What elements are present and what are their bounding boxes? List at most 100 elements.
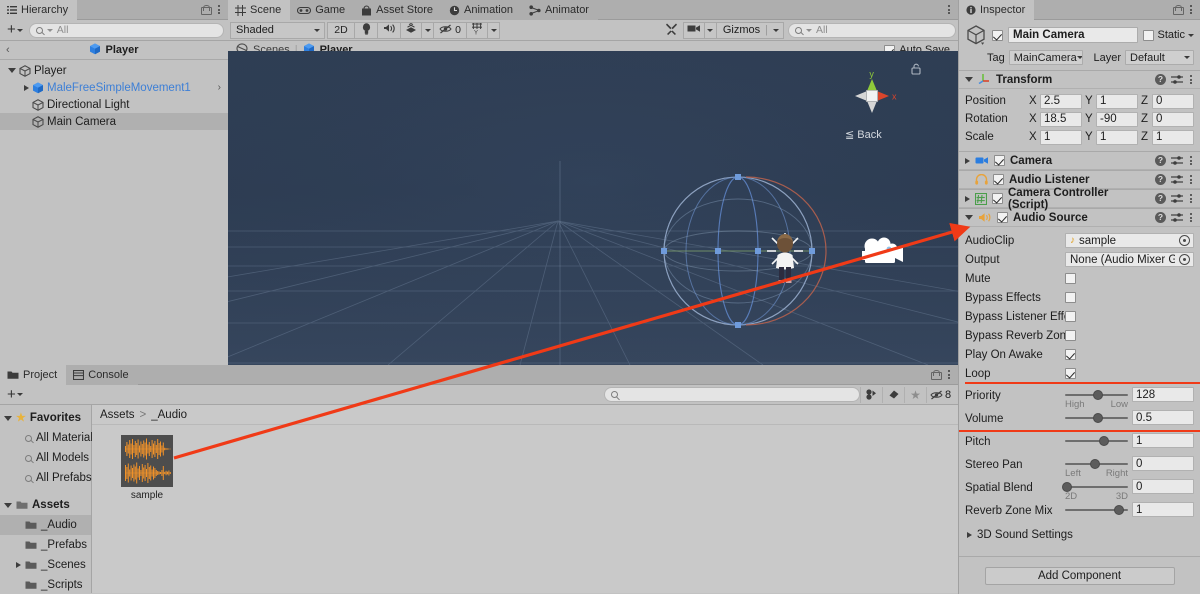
open-prefab-chevron-icon[interactable]: › <box>218 82 221 93</box>
assets-root-label[interactable]: Assets <box>100 409 135 421</box>
gizmos-dropdown[interactable]: Gizmos | <box>715 21 784 39</box>
project-tree-item--audio[interactable]: _Audio <box>0 515 91 535</box>
component-enabled-checkbox[interactable] <box>994 155 1005 166</box>
slider-track-area[interactable] <box>1065 410 1128 432</box>
preset-icon[interactable] <box>1171 212 1183 223</box>
lock-icon[interactable] <box>1173 4 1184 15</box>
chevron-down-icon[interactable] <box>4 502 12 508</box>
chevron-down-icon[interactable] <box>1188 33 1194 37</box>
prefab-back-icon[interactable]: ‹ <box>6 44 10 56</box>
help-icon[interactable]: ? <box>1155 212 1166 223</box>
component-header-camera[interactable]: Camera? <box>959 151 1200 170</box>
project-tree-item-favorites[interactable]: ★ Favorites <box>0 408 91 428</box>
component-enabled-checkbox[interactable] <box>993 174 1004 185</box>
preset-icon[interactable] <box>1171 155 1183 166</box>
tab-asset-store[interactable]: Asset Store <box>354 0 443 20</box>
slider-value-input[interactable]: 0.5 <box>1132 410 1194 425</box>
preset-icon[interactable] <box>1171 193 1183 204</box>
tab-game[interactable]: Game <box>290 0 355 20</box>
scene-lighting-toggle[interactable] <box>354 21 378 39</box>
scene-menu-icon[interactable] <box>946 3 952 16</box>
tab-console[interactable]: Console <box>66 365 138 385</box>
transform-position-z-input[interactable]: 0 <box>1152 93 1194 109</box>
hidden-packages-icon[interactable]: 8 <box>926 386 954 403</box>
component-header-audio-source[interactable]: Audio Source? <box>959 208 1200 227</box>
component-header-camera-controller-script-[interactable]: Camera Controller (Script)? <box>959 187 1200 211</box>
slider-track-area[interactable]: High Low <box>1065 387 1128 410</box>
slider-track-area[interactable] <box>1065 502 1128 524</box>
toggle-checkbox[interactable] <box>1065 368 1076 379</box>
favorite-star-icon[interactable]: ★ <box>904 386 926 403</box>
component-menu-icon[interactable] <box>1188 211 1194 224</box>
toggle-2d-button[interactable]: 2D <box>327 21 355 39</box>
slider-knob[interactable] <box>1092 413 1103 423</box>
slider-value-input[interactable]: 1 <box>1132 502 1194 517</box>
chevron-right-icon[interactable] <box>967 532 972 538</box>
tag-dropdown[interactable]: MainCamera <box>1008 50 1084 65</box>
toggle-checkbox[interactable] <box>1065 330 1076 341</box>
asset-item[interactable]: sample <box>114 435 180 501</box>
transform-rotation-x-input[interactable]: 18.5 <box>1040 111 1082 127</box>
slider-value-input[interactable]: 0 <box>1132 456 1194 471</box>
scene-audio-toggle[interactable] <box>377 21 401 39</box>
chevron-right-icon[interactable] <box>24 84 29 91</box>
toggle-checkbox[interactable] <box>1065 349 1076 360</box>
scene-search-input[interactable]: All <box>788 22 956 38</box>
transform-scale-y-input[interactable]: 1 <box>1096 129 1138 145</box>
audioclip-field[interactable]: ♪ sample <box>1065 233 1194 248</box>
hierarchy-item-malefreesimplemovement1[interactable]: MaleFreeSimpleMovement1 › <box>0 79 228 96</box>
lock-icon[interactable] <box>201 4 212 15</box>
project-tree-item-all-prefabs[interactable]: All Prefabs <box>0 468 92 488</box>
chevron-down-icon[interactable] <box>965 215 973 220</box>
tab-hierarchy[interactable]: Hierarchy <box>0 0 78 20</box>
project-tree-item-all-materials[interactable]: All Materials <box>0 428 99 448</box>
assets-folder-label[interactable]: _Audio <box>151 409 187 421</box>
slider-knob[interactable] <box>1114 505 1125 515</box>
scene-grid-dropdown[interactable] <box>487 21 500 39</box>
static-toggle[interactable]: Static <box>1143 29 1194 41</box>
slider-value-input[interactable]: 128 <box>1132 387 1194 402</box>
create-gameobject-button[interactable]: + <box>4 22 26 37</box>
tab-animator[interactable]: Animator <box>521 0 598 20</box>
filter-by-type-icon[interactable] <box>860 386 882 403</box>
transform-scale-x-input[interactable]: 1 <box>1040 129 1082 145</box>
object-picker-icon[interactable] <box>1179 235 1190 246</box>
hierarchy-search-input[interactable]: All <box>28 22 224 38</box>
chevron-down-icon[interactable] <box>4 415 12 421</box>
chevron-right-icon[interactable] <box>965 195 970 202</box>
component-header-transform[interactable]: Transform ? <box>959 70 1200 89</box>
preset-icon[interactable] <box>1171 174 1183 185</box>
add-component-button[interactable]: Add Component <box>984 567 1175 585</box>
tab-scene[interactable]: Scene <box>228 0 291 20</box>
transform-position-y-input[interactable]: 1 <box>1096 93 1138 109</box>
transform-position-x-input[interactable]: 2.5 <box>1040 93 1082 109</box>
project-menu-icon[interactable] <box>946 368 952 381</box>
project-search-input[interactable] <box>603 387 860 402</box>
preset-icon[interactable] <box>1171 74 1183 85</box>
inspector-menu-icon[interactable] <box>1188 3 1194 16</box>
layer-dropdown[interactable]: Default <box>1125 50 1194 65</box>
tab-inspector[interactable]: Inspector <box>959 0 1035 20</box>
scene-viewport[interactable]: y x ≦ Back <box>228 51 958 365</box>
help-icon[interactable]: ? <box>1155 193 1166 204</box>
slider-knob[interactable] <box>1099 436 1110 446</box>
chevron-down-icon[interactable] <box>8 68 16 73</box>
hierarchy-item-directional-light[interactable]: Directional Light <box>0 96 228 113</box>
draw-mode-dropdown[interactable]: Shaded <box>230 21 325 39</box>
project-tree-item-all-models[interactable]: All Models <box>0 448 91 468</box>
toggle-checkbox[interactable] <box>1065 273 1076 284</box>
component-menu-icon[interactable] <box>1188 73 1194 86</box>
project-tree-item--prefabs[interactable]: _Prefabs <box>0 535 91 555</box>
hierarchy-item-player[interactable]: Player <box>0 62 228 79</box>
toggle-checkbox[interactable] <box>1065 292 1076 303</box>
help-icon[interactable]: ? <box>1155 74 1166 85</box>
scene-camera-button[interactable] <box>682 21 705 39</box>
static-checkbox[interactable] <box>1143 29 1155 41</box>
object-picker-icon[interactable] <box>1179 254 1190 265</box>
project-tree-item-assets[interactable]: Assets <box>0 495 91 515</box>
scene-grid-snap-toggle[interactable]: Y <box>466 21 488 39</box>
component-menu-icon[interactable] <box>1188 173 1194 186</box>
slider-track-area[interactable]: Left Right <box>1065 456 1128 479</box>
hierarchy-item-main-camera[interactable]: Main Camera <box>0 113 228 130</box>
chevron-right-icon[interactable] <box>16 562 21 568</box>
